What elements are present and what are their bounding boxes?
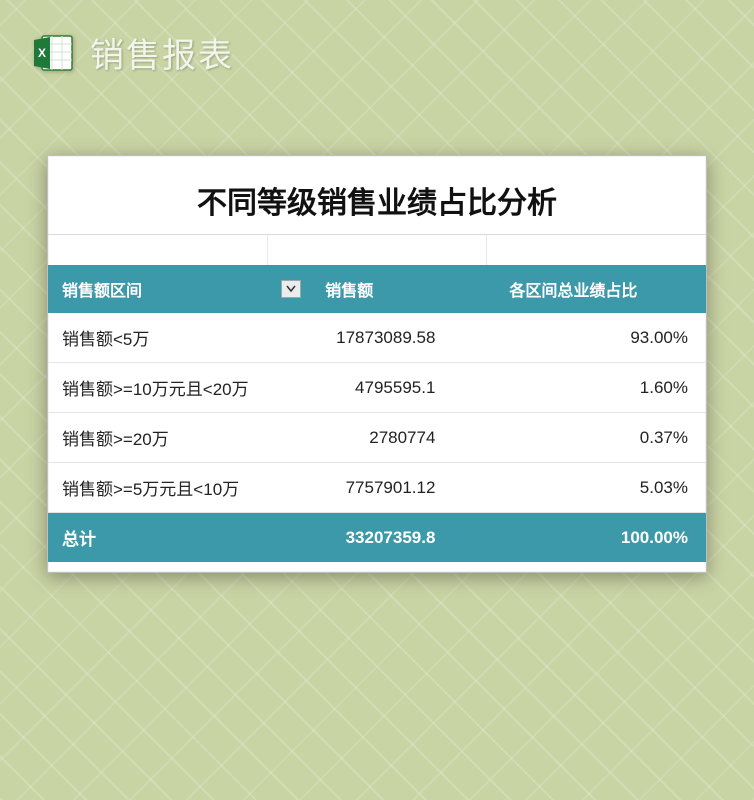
table-row: 销售额>=5万元且<10万 7757901.12 5.03% (48, 463, 706, 513)
cell-pct: 0.37% (495, 413, 706, 463)
page-header: X 销售报表 (0, 0, 754, 95)
col-header-range: 销售额区间 (48, 265, 311, 313)
cell-amount: 4795595.1 (311, 363, 495, 413)
col-header-amount: 销售额 (311, 265, 495, 313)
cell-range: 销售额>=20万 (48, 413, 311, 463)
cell-pct: 93.00% (495, 313, 706, 363)
cell-pct: 1.60% (495, 363, 706, 413)
report-card: 不同等级销售业绩占比分析 销售额区间 销售额 各区间总业绩占比 (47, 155, 707, 573)
cell-amount: 17873089.58 (311, 313, 495, 363)
svg-text:X: X (38, 46, 46, 60)
cell-range: 销售额<5万 (48, 313, 311, 363)
page-title: 销售报表 (90, 28, 234, 77)
cell-amount: 7757901.12 (311, 463, 495, 513)
total-pct: 100.00% (495, 513, 706, 563)
total-amount: 33207359.8 (311, 513, 495, 563)
cell-amount: 2780774 (311, 413, 495, 463)
cell-pct: 5.03% (495, 463, 706, 513)
col-header-range-label: 销售额区间 (62, 283, 142, 300)
chevron-down-icon (286, 285, 296, 293)
total-label: 总计 (48, 513, 311, 563)
filter-dropdown-button[interactable] (281, 280, 301, 298)
table-row: 销售额<5万 17873089.58 93.00% (48, 313, 706, 363)
cell-range: 销售额>=5万元且<10万 (48, 463, 311, 513)
col-header-amount-label: 销售额 (325, 283, 373, 300)
table-header-row: 销售额区间 销售额 各区间总业绩占比 (48, 265, 706, 313)
table-total-row: 总计 33207359.8 100.00% (48, 513, 706, 563)
col-header-pct-label: 各区间总业绩占比 (509, 283, 637, 300)
col-header-pct: 各区间总业绩占比 (495, 265, 706, 313)
spacer-row (48, 235, 706, 265)
excel-icon: X (30, 30, 76, 76)
table-row: 销售额>=20万 2780774 0.37% (48, 413, 706, 463)
cell-range: 销售额>=10万元且<20万 (48, 363, 311, 413)
sales-table: 销售额区间 销售额 各区间总业绩占比 销售额<5万 178730 (48, 265, 706, 562)
report-title: 不同等级销售业绩占比分析 (48, 162, 706, 235)
table-row: 销售额>=10万元且<20万 4795595.1 1.60% (48, 363, 706, 413)
